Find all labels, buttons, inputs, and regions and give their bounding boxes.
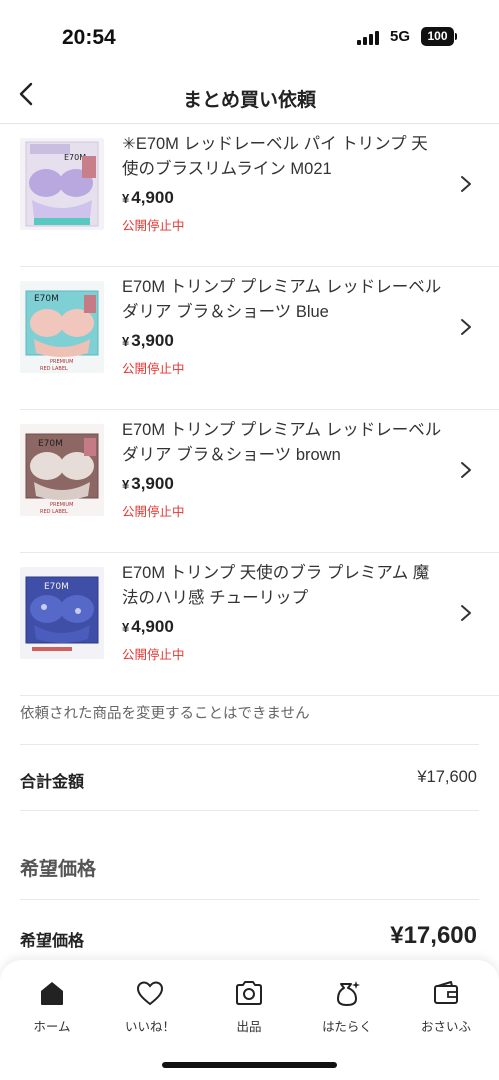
chevron-right-icon — [461, 605, 471, 621]
price-value: 3,900 — [131, 331, 174, 350]
product-thumbnail: E70M PREMIUM RED LABEL — [20, 281, 104, 373]
svg-text:E70M: E70M — [44, 582, 69, 592]
desired-price-section-header: 希望価格 — [20, 812, 479, 900]
tab-sell[interactable]: 出品 — [204, 978, 294, 1035]
tab-label: ホーム — [33, 1020, 71, 1034]
svg-text:E70M: E70M — [34, 294, 59, 304]
battery-icon: 100 — [421, 27, 457, 46]
product-thumbnail: E70M — [20, 567, 104, 659]
network-type: 5G — [390, 28, 411, 45]
svg-text:PREMIUM: PREMIUM — [50, 502, 73, 508]
desired-price-label: 希望価格 — [20, 933, 85, 950]
product-price: ¥3,900 — [122, 474, 174, 494]
product-title: E70M トリンプ プレミアム レッドレーベル ダリア ブラ＆ショーツ Blue — [122, 278, 442, 321]
tab-label: はたらく — [322, 1020, 372, 1034]
home-indicator — [162, 1062, 337, 1068]
tab-work[interactable]: はたらく — [302, 978, 392, 1035]
heart-icon — [136, 981, 164, 1006]
tab-label: おさいふ — [420, 1020, 471, 1034]
desired-price-value: ¥17,600 — [390, 922, 477, 949]
signal-icon — [357, 31, 383, 45]
chevron-right-icon — [461, 462, 471, 478]
total-value: ¥17,600 — [417, 768, 477, 786]
tab-wallet[interactable]: おさいふ — [401, 978, 491, 1035]
yen-symbol: ¥ — [122, 620, 130, 635]
yen-symbol: ¥ — [122, 334, 130, 349]
svg-text:RED LABEL: RED LABEL — [40, 366, 68, 372]
price-value: 4,900 — [131, 617, 174, 636]
tab-label: 出品 — [236, 1020, 262, 1034]
product-price: ¥3,900 — [122, 331, 174, 351]
svg-text:PREMIUM: PREMIUM — [50, 359, 73, 365]
status-badge: 公開停止中 — [122, 648, 185, 662]
product-item[interactable]: E70M ✳E70M レッドレーベル パイ トリンプ 天使のブラスリムライン M… — [20, 124, 499, 267]
total-label: 合計金額 — [20, 774, 85, 791]
svg-text:E70M: E70M — [38, 439, 63, 449]
section-title: 希望価格 — [20, 859, 97, 880]
yen-symbol: ¥ — [122, 191, 130, 206]
product-item[interactable]: E70M E70M トリンプ 天使のブラ プレミアム 魔法のハリ感 チューリップ… — [20, 553, 499, 696]
status-badge: 公開停止中 — [122, 505, 185, 519]
status-time: 20:54 — [62, 26, 116, 49]
chevron-right-icon — [461, 176, 471, 192]
product-price: ¥4,900 — [122, 617, 174, 637]
home-icon — [41, 982, 63, 1005]
product-title: E70M トリンプ 天使のブラ プレミアム 魔法のハリ感 チューリップ — [122, 564, 430, 607]
bag-sparkle-icon — [337, 981, 360, 1006]
tab-home[interactable]: ホーム — [7, 978, 97, 1035]
tab-label: いいね！ — [124, 1020, 175, 1034]
product-title: ✳E70M レッドレーベル パイ トリンプ 天使のブラスリムライン M021 — [122, 135, 428, 178]
nav-bar: まとめ買い依頼 — [0, 72, 499, 124]
status-badge: 公開停止中 — [122, 362, 185, 376]
change-notice: 依頼された商品を変更することはできません — [20, 685, 479, 745]
product-price: ¥4,900 — [122, 188, 174, 208]
product-list: E70M ✳E70M レッドレーベル パイ トリンプ 天使のブラスリムライン M… — [0, 124, 499, 696]
product-item[interactable]: E70M PREMIUM RED LABEL E70M トリンプ プレミアム レ… — [20, 410, 499, 553]
product-thumbnail: E70M — [20, 138, 104, 230]
price-value: 3,900 — [131, 474, 174, 493]
tab-likes[interactable]: いいね！ — [105, 978, 195, 1035]
svg-text:RED LABEL: RED LABEL — [40, 509, 68, 515]
chevron-right-icon — [461, 319, 471, 335]
page-title: まとめ買い依頼 — [182, 90, 316, 111]
status-badge: 公開停止中 — [122, 219, 185, 233]
price-value: 4,900 — [131, 188, 174, 207]
product-item[interactable]: E70M PREMIUM RED LABEL E70M トリンプ プレミアム レ… — [20, 267, 499, 410]
product-thumbnail: E70M PREMIUM RED LABEL — [20, 424, 104, 516]
camera-icon — [236, 981, 262, 1005]
wallet-icon — [434, 981, 458, 1004]
product-title: E70M トリンプ プレミアム レッドレーベル ダリア ブラ＆ショーツ brow… — [122, 421, 442, 464]
status-bar: 20:54 5G 100 — [0, 0, 499, 72]
yen-symbol: ¥ — [122, 477, 130, 492]
total-row: 合計金額 ¥17,600 — [20, 746, 479, 811]
